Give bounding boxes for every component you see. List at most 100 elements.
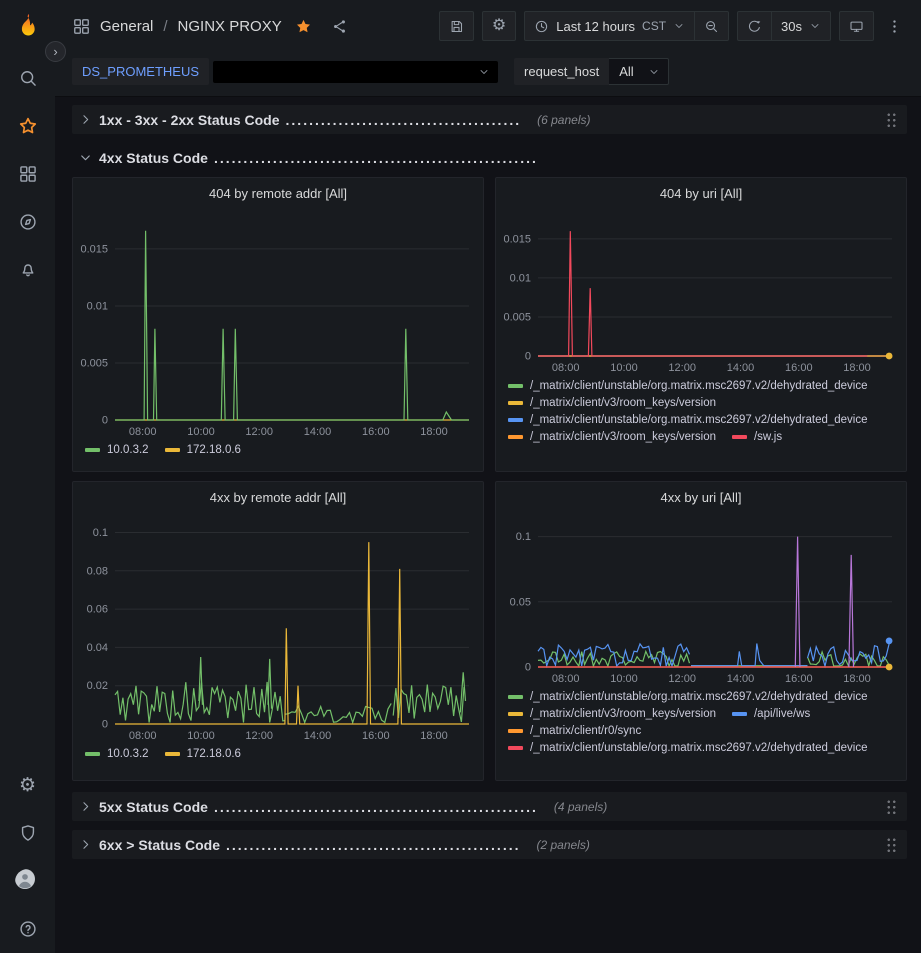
sidebar-item-explore[interactable] — [0, 198, 55, 246]
svg-text:12:00: 12:00 — [245, 426, 273, 438]
row-title: 4xx Status Code — [99, 150, 208, 166]
var-request-host: request_host All — [514, 58, 669, 85]
legend-label: /_matrix/client/v3/room_keys/version — [530, 397, 716, 409]
legend-item[interactable]: 10.0.3.2 — [85, 748, 149, 760]
row-drag-handle[interactable] — [886, 799, 897, 814]
var-request-host-dropdown[interactable]: All — [609, 58, 668, 85]
sidebar-item-starred[interactable] — [0, 102, 55, 150]
kebab-menu-button[interactable] — [882, 11, 907, 41]
legend-item[interactable]: /_matrix/client/unstable/org.matrix.msc2… — [508, 691, 868, 703]
sidebar-expand-button[interactable]: › — [45, 41, 66, 62]
breadcrumb-separator: / — [163, 18, 167, 35]
svg-text:12:00: 12:00 — [668, 362, 696, 374]
breadcrumb-section[interactable]: General — [100, 18, 153, 35]
legend-item[interactable]: /_matrix/client/unstable/org.matrix.msc2… — [508, 414, 868, 426]
clock-icon — [534, 19, 549, 34]
svg-text:0.005: 0.005 — [503, 312, 531, 324]
legend-item[interactable]: /sw.js — [732, 431, 782, 443]
time-controls: Last 12 hours CST — [524, 11, 729, 41]
help-icon — [18, 919, 38, 939]
sidebar-item-profile[interactable] — [0, 857, 55, 905]
legend-label: 10.0.3.2 — [107, 748, 149, 760]
svg-text:14:00: 14:00 — [304, 730, 332, 742]
legend-item[interactable]: /_matrix/client/unstable/org.matrix.msc2… — [508, 380, 868, 392]
legend-item[interactable]: /_matrix/client/r0/sync — [508, 725, 641, 737]
sidebar-item-configuration[interactable]: ⚙ — [0, 761, 55, 809]
legend-color-mark — [165, 752, 180, 756]
legend-color-mark — [508, 418, 523, 422]
svg-text:16:00: 16:00 — [785, 673, 813, 685]
legend-item[interactable]: /_matrix/client/v3/room_keys/version — [508, 431, 716, 443]
legend-item[interactable]: /_matrix/client/v3/room_keys/version — [508, 708, 716, 720]
dashboard-content: 1xx - 3xx - 2xx Status Code ............… — [55, 97, 921, 953]
refresh-button[interactable] — [737, 11, 772, 41]
legend-item[interactable]: 172.18.0.6 — [165, 444, 241, 456]
svg-text:0.02: 0.02 — [87, 680, 108, 692]
time-range-picker[interactable]: Last 12 hours CST — [524, 11, 695, 41]
svg-text:10:00: 10:00 — [187, 426, 215, 438]
dashboard-settings-button[interactable]: ⚙ — [482, 11, 516, 41]
top-navbar: General / NGINX PROXY ⚙ — [55, 0, 921, 52]
refresh-interval-picker[interactable]: 30s — [772, 11, 831, 41]
chart-plot[interactable]: 00.0050.010.01508:0010:0012:0014:0016:00… — [73, 208, 483, 440]
svg-text:08:00: 08:00 — [552, 362, 580, 374]
panel-title[interactable]: 4xx by uri [All] — [496, 482, 906, 512]
panel-title[interactable]: 404 by remote addr [All] — [73, 178, 483, 208]
row-toggle[interactable]: 1xx - 3xx - 2xx Status Code ............… — [78, 112, 591, 128]
panel-title[interactable]: 4xx by remote addr [All] — [73, 482, 483, 512]
row-drag-handle[interactable] — [886, 112, 897, 127]
row-toggle[interactable]: 5xx Status Code ........................… — [78, 799, 607, 815]
legend-item[interactable]: /api/live/ws — [732, 708, 810, 720]
sidebar-item-dashboards[interactable] — [0, 150, 55, 198]
chevron-down-icon — [648, 66, 660, 78]
star-dashboard-button[interactable] — [295, 18, 312, 35]
page-title[interactable]: NGINX PROXY — [178, 18, 282, 35]
row-1xx-3xx-2xx: 1xx - 3xx - 2xx Status Code ............… — [72, 105, 907, 134]
legend-label: 172.18.0.6 — [187, 748, 241, 760]
legend-color-mark — [732, 712, 747, 716]
legend-color-mark — [508, 746, 523, 750]
row-panel-count: (4 panels) — [554, 800, 607, 814]
sidebar-item-server-admin[interactable] — [0, 809, 55, 857]
star-icon — [18, 116, 38, 136]
panel-title[interactable]: 404 by uri [All] — [496, 178, 906, 208]
chart-plot[interactable]: 00.050.108:0010:0012:0014:0016:0018:00 — [496, 512, 906, 687]
svg-text:0: 0 — [102, 719, 108, 731]
chart-plot[interactable]: 00.0050.010.01508:0010:0012:0014:0016:00… — [496, 208, 906, 376]
legend-item[interactable]: 172.18.0.6 — [165, 748, 241, 760]
svg-text:0.08: 0.08 — [87, 565, 108, 577]
legend-item[interactable]: /_matrix/client/unstable/org.matrix.msc2… — [508, 742, 868, 754]
row-toggle[interactable]: 6xx > Status Code ......................… — [78, 837, 590, 853]
tv-mode-button[interactable] — [839, 11, 874, 41]
sidebar-item-search[interactable] — [0, 54, 55, 102]
var-datasource-dropdown[interactable] — [213, 61, 498, 83]
row-5xx: 5xx Status Code ........................… — [72, 792, 907, 821]
save-dashboard-button[interactable] — [439, 11, 474, 41]
chart-legend: 10.0.3.2 172.18.0.6 — [73, 440, 483, 462]
sidebar-item-help[interactable] — [0, 905, 55, 953]
sidebar-item-alerting[interactable] — [0, 246, 55, 294]
refresh-controls: 30s — [737, 11, 831, 41]
row-drag-handle[interactable] — [886, 837, 897, 852]
legend-color-mark — [732, 435, 747, 439]
legend-item[interactable]: /_matrix/client/v3/room_keys/version — [508, 397, 716, 409]
variables-submenu: DS_PROMETHEUS request_host All — [55, 52, 921, 97]
time-zone-label: CST — [642, 19, 666, 33]
legend-label: 172.18.0.6 — [187, 444, 241, 456]
legend-label: /_matrix/client/v3/room_keys/version — [530, 431, 716, 443]
panel-404-by-uri: 404 by uri [All] 00.0050.010.01508:0010:… — [495, 177, 907, 472]
legend-label: /_matrix/client/unstable/org.matrix.msc2… — [530, 380, 868, 392]
legend-item[interactable]: 10.0.3.2 — [85, 444, 149, 456]
row-4xx: 4xx Status Code ........................… — [72, 143, 907, 172]
zoom-out-button[interactable] — [695, 11, 729, 41]
avatar — [15, 869, 40, 894]
gear-icon: ⚙ — [19, 776, 36, 795]
row-toggle[interactable]: 4xx Status Code ........................… — [78, 150, 538, 166]
var-datasource: DS_PROMETHEUS — [72, 58, 209, 85]
share-button[interactable] — [331, 18, 348, 35]
row-6xx: 6xx > Status Code ......................… — [72, 830, 907, 859]
grafana-app: ⚙ — [0, 0, 921, 953]
svg-text:0.015: 0.015 — [503, 233, 531, 245]
chart-plot[interactable]: 00.020.040.060.080.108:0010:0012:0014:00… — [73, 512, 483, 744]
legend-color-mark — [165, 448, 180, 452]
